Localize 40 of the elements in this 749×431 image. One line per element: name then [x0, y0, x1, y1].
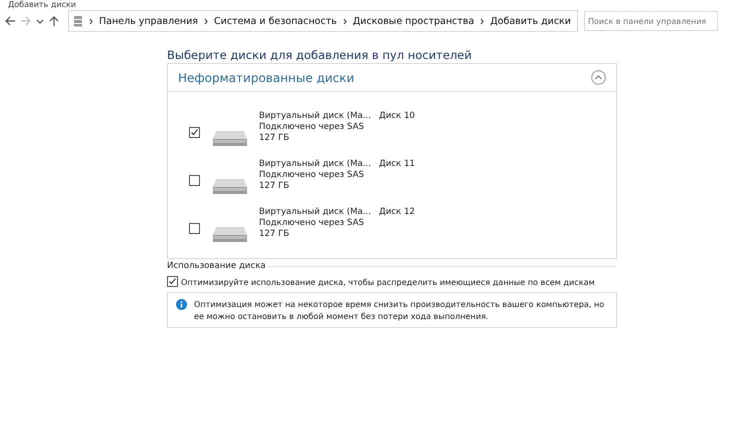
- section-label: Использование диска: [167, 261, 266, 271]
- checkbox[interactable]: [189, 175, 200, 186]
- disk-connection: Подключено через SAS: [259, 170, 365, 181]
- window-title: Добавить диски: [7, 0, 77, 10]
- drive-icon: [213, 128, 247, 146]
- disk-size: 127 ГБ: [259, 229, 290, 240]
- up-arrow-icon[interactable]: [48, 15, 60, 27]
- disk-connection: Подключено через SAS: [259, 218, 365, 229]
- breadcrumb[interactable]: Панель управления: [99, 16, 198, 26]
- breadcrumb[interactable]: Дисковые пространства: [352, 16, 474, 26]
- disk-size: 127 ГБ: [259, 181, 290, 192]
- checkbox[interactable]: [189, 127, 200, 138]
- disk-name: Виртуальный диск (Ма...: [259, 111, 372, 122]
- back-arrow-icon[interactable]: [4, 15, 16, 27]
- drive-icon: [213, 224, 247, 242]
- chevron-icon: [342, 18, 347, 24]
- checkbox[interactable]: [167, 276, 178, 287]
- group-title: Неформатированные диски: [178, 70, 354, 84]
- disk-number: Диск 10: [379, 111, 415, 121]
- chevron-icon: [89, 18, 93, 24]
- info-text: Оптимизация может на некоторое время снизить производительность вашего компьютера, но ее можно остановить в любой момент без потери хода выполнения.: [194, 298, 606, 322]
- checkbox[interactable]: [189, 223, 200, 234]
- collapse-icon[interactable]: [591, 70, 606, 85]
- disk-connection: Подключено через SAS: [259, 122, 365, 133]
- checkbox-label: Оптимизируйте использование диска, чтобы распределить имеющиеся данные по всем дискам: [181, 276, 595, 286]
- disk-name: Виртуальный диск (Ма...: [259, 207, 372, 218]
- disk-name: Виртуальный диск (Ма...: [259, 159, 372, 170]
- storage-icon: [73, 15, 83, 27]
- disk-size: 127 ГБ: [259, 133, 290, 144]
- section-heading: Выберите диски для добавления в пул носителей: [167, 48, 473, 62]
- dropdown-caret-icon[interactable]: [36, 18, 44, 24]
- disk-number: Диск 11: [379, 159, 415, 169]
- info-icon: [176, 299, 187, 310]
- chevron-icon: [480, 18, 484, 24]
- disk-number: Диск 12: [379, 207, 415, 217]
- breadcrumb[interactable]: Добавить диски: [490, 16, 571, 26]
- chevron-icon: [204, 18, 208, 24]
- drive-icon: [213, 176, 247, 194]
- search-field[interactable]: Поиск в панели управления: [584, 11, 718, 31]
- breadcrumb[interactable]: Система и безопасность: [214, 16, 337, 26]
